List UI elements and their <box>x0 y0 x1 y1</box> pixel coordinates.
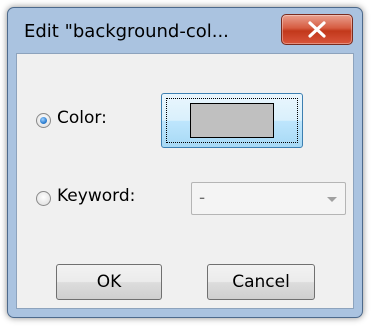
close-button[interactable] <box>281 14 353 45</box>
dialog-content: Color: Keyword: - OK Cancel <box>16 53 354 309</box>
ok-button[interactable]: OK <box>56 264 162 300</box>
keyword-label: Keyword: <box>57 186 136 206</box>
dialog-window: Edit "background-col... Color: Keyword: … <box>7 7 363 318</box>
close-icon <box>308 21 326 38</box>
radio-selected-dot <box>40 117 47 124</box>
color-radio[interactable] <box>36 113 51 128</box>
keyword-radio[interactable] <box>36 191 51 206</box>
color-label: Color: <box>57 108 107 128</box>
keyword-select-value: - <box>199 188 206 208</box>
window-title: Edit "background-col... <box>24 21 229 42</box>
chevron-down-icon <box>327 197 337 202</box>
color-picker-button[interactable] <box>161 93 303 148</box>
color-swatch <box>190 103 274 138</box>
keyword-select[interactable]: - <box>191 182 346 215</box>
cancel-button[interactable]: Cancel <box>207 264 315 300</box>
